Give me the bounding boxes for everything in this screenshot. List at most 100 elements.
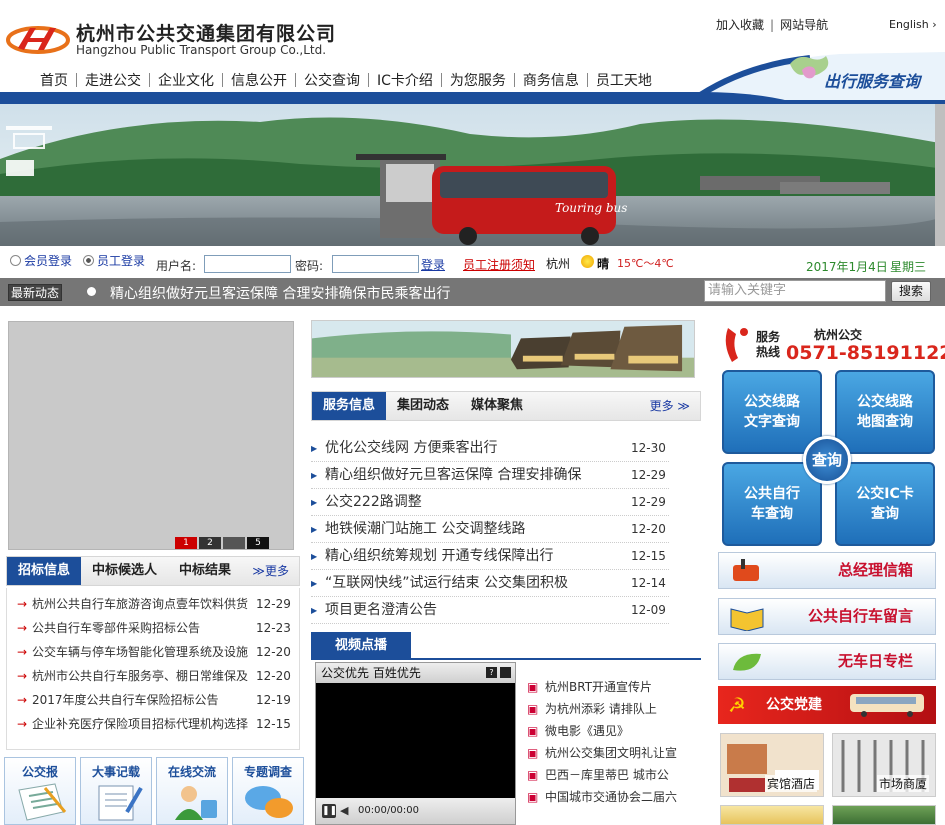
register-notice-link[interactable]: 员工注册须知 (463, 256, 535, 273)
triangle-right-icon: ▶ (311, 498, 318, 507)
list-item[interactable]: ▶ 优化公交线网 方便乘客出行 12-30 (311, 435, 669, 462)
nav-business[interactable]: 商务信息 (515, 70, 587, 90)
query-center-button[interactable]: 查询 (803, 436, 851, 484)
news-title: 项目更名澄清公告 (325, 602, 437, 618)
list-item[interactable]: → 杭州市公共自行车服务亭、棚日常维保及 12-20 (7, 664, 299, 688)
nav-ic-card[interactable]: IC卡介绍 (369, 70, 441, 90)
nav-staff[interactable]: 员工天地 (588, 70, 660, 90)
list-item[interactable]: ▶ 公交222路调整 12-29 (311, 489, 669, 516)
bid-more-link[interactable]: ≫更多 (252, 557, 289, 585)
route-text-query-button[interactable]: 公交线路 文字查询 (722, 370, 822, 454)
username-input[interactable] (204, 255, 291, 273)
password-label: 密码: (295, 259, 324, 273)
tv-icon: ▣ (527, 768, 539, 782)
list-item[interactable]: ▶ 精心组织做好元旦客运保障 合理安排确保 12-29 (311, 462, 669, 489)
english-link[interactable]: English › (889, 18, 937, 31)
list-item[interactable]: ▶ “互联网快线”试运行结束 公交集团积极 12-14 (311, 570, 669, 597)
bus-newspaper-tile[interactable]: 公交报 (4, 757, 76, 825)
minimize-icon[interactable] (500, 667, 511, 678)
promo-thumbnail[interactable] (720, 805, 824, 825)
volume-icon[interactable]: ◀ (340, 798, 348, 824)
bus-icon (850, 694, 924, 717)
mall-link[interactable]: 市场商厦 (832, 733, 936, 797)
current-weekday: 星期三 (890, 260, 927, 274)
member-login-option[interactable]: 会员登录 (10, 252, 72, 269)
car-free-day-button[interactable]: 无车日专栏 (718, 643, 936, 680)
tab-service-info[interactable]: 服务信息 (312, 392, 387, 420)
tile-label: 在线交流 (167, 765, 216, 779)
list-item[interactable]: ▣ 巴西－库里蒂巴 城市公 (527, 764, 697, 786)
leaf-icon (733, 653, 761, 671)
nav-about[interactable]: 走进公交 (77, 70, 149, 90)
bid-title: 杭州市公共自行车服务亭、棚日常维保及 (32, 669, 248, 683)
survey-tile[interactable]: 专题调查 (232, 757, 304, 825)
list-item[interactable]: ▶ 项目更名澄清公告 12-09 (311, 597, 669, 624)
tab-bid-results[interactable]: 中标结果 (168, 557, 242, 585)
triangle-right-icon: ▶ (311, 444, 318, 453)
nav-services[interactable]: 为您服务 (442, 70, 514, 90)
slide-page-1[interactable]: 1 (175, 537, 197, 549)
tab-media-focus[interactable]: 媒体聚焦 (460, 392, 534, 420)
keyword-search-input[interactable]: 请输入关键字 (704, 280, 886, 302)
major-events-tile[interactable]: 大事记载 (80, 757, 152, 825)
nav-home[interactable]: 首页 (32, 70, 76, 90)
ic-card-query-button[interactable]: 公交IC卡 查询 (835, 462, 935, 546)
list-item[interactable]: ▶ 地铁候潮门站施工 公交调整线路 12-20 (311, 516, 669, 543)
staff-login-option[interactable]: 员工登录 (83, 252, 145, 269)
service-more-link[interactable]: 更多 ≫ (650, 392, 690, 420)
tab-bid-info[interactable]: 招标信息 (7, 557, 82, 585)
nav-disclosure[interactable]: 信息公开 (223, 70, 295, 90)
slide-page-2[interactable]: 2 (199, 537, 221, 549)
list-item[interactable]: → 公共自行车零部件采购招标公告 12-23 (7, 616, 299, 640)
radio-staff[interactable] (83, 255, 94, 266)
list-item[interactable]: ▶ 精心组织统筹规划 开通专线保障出行 12-15 (311, 543, 669, 570)
list-item[interactable]: → 企业补充医疗保险项目招标代理机构选择 12-15 (7, 712, 299, 736)
triangle-right-icon: ▶ (311, 525, 318, 534)
add-favorite-link[interactable]: 加入收藏 (716, 18, 764, 32)
tab-video-on-demand[interactable]: 视频点播 (311, 632, 411, 660)
gm-mailbox-button[interactable]: 总经理信箱 (718, 552, 936, 589)
tile-label: 专题调查 (243, 765, 292, 779)
help-icon[interactable]: ? (486, 667, 497, 678)
bid-date: 12-19 (256, 693, 291, 707)
online-chat-tile[interactable]: 在线交流 (156, 757, 228, 825)
query-label: 公交IC卡 查询 (856, 486, 914, 522)
arrow-right-icon: → (17, 621, 28, 635)
list-item[interactable]: ▣ 微电影《遇见》 (527, 720, 697, 742)
query-label: 公交线路 地图查询 (857, 394, 913, 430)
site-nav-link[interactable]: 网站导航 (780, 18, 828, 32)
news-title: 精心组织统筹规划 开通专线保障出行 (325, 548, 554, 564)
list-item[interactable]: → 公交车辆与停车场智能化管理系统及设施 12-20 (7, 640, 299, 664)
hotel-link[interactable]: 宾馆酒店 (720, 733, 824, 797)
promo-thumbnail[interactable] (832, 805, 936, 825)
company-logo-icon (6, 26, 70, 54)
bike-message-button[interactable]: 公共自行车留言 (718, 598, 936, 635)
list-item[interactable]: → 杭州公共自行车旅游咨询点壹年饮料供货 12-29 (7, 592, 299, 616)
nav-culture[interactable]: 企业文化 (150, 70, 222, 90)
party-building-button[interactable]: ☭ 公交党建 (718, 686, 936, 724)
tile-label: 公交报 (21, 765, 58, 779)
route-map-query-button[interactable]: 公交线路 地图查询 (835, 370, 935, 454)
news-date: 12-14 (631, 576, 666, 590)
login-button[interactable]: 登录 (421, 256, 445, 273)
tab-group-news[interactable]: 集团动态 (386, 392, 460, 420)
pause-icon[interactable]: ❚❚ (322, 804, 337, 818)
news-slideshow[interactable] (8, 321, 294, 550)
slide-page-5[interactable]: 5 (247, 537, 269, 549)
latest-news-headline[interactable]: 精心组织做好元旦客运保障 合理安排确保市民乘客出行 (110, 283, 450, 303)
list-item[interactable]: → 2017年度公共自行车保险招标公告 12-19 (7, 688, 299, 712)
list-item[interactable]: ▣ 为杭州添彩 请排队上 (527, 698, 697, 720)
list-item[interactable]: ▣ 杭州公交集团文明礼让宣 (527, 742, 697, 764)
service-hotline: 服务 热线 杭州公交 0571-85191122 (722, 322, 945, 368)
radio-member[interactable] (10, 255, 21, 266)
password-input[interactable] (332, 255, 419, 273)
query-label: 公共自行 车查询 (744, 486, 800, 522)
nav-bus-query[interactable]: 公交查询 (296, 70, 368, 90)
hotline-label: 服务 热线 (756, 330, 780, 360)
search-button[interactable]: 搜索 (891, 281, 931, 302)
tab-bid-candidates[interactable]: 中标候选人 (81, 557, 168, 585)
triangle-right-icon: ▶ (311, 471, 318, 480)
list-item[interactable]: ▣ 杭州BRT开通宣传片 (527, 676, 697, 698)
list-item[interactable]: ▣ 中国城市交通协会二届六 (527, 786, 697, 808)
current-date: 2017年1月4日 (806, 260, 888, 274)
